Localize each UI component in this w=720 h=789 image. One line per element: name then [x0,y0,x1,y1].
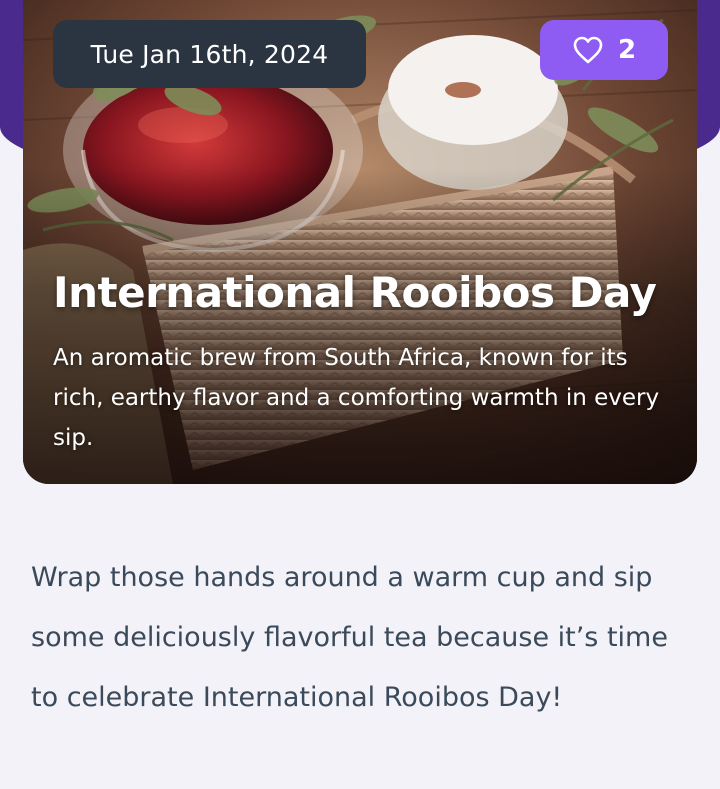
hero-card[interactable]: Tue Jan 16th, 2024 2 International Rooib… [23,0,697,484]
date-badge: Tue Jan 16th, 2024 [53,20,366,88]
like-button[interactable]: 2 [540,20,668,80]
article-intro: Wrap those hands around a warm cup and s… [31,562,668,713]
like-count: 2 [617,35,637,65]
heart-outline-icon [572,35,604,65]
hero-title: International Rooibos Day [53,268,657,317]
hero-subtitle: An aromatic brew from South Africa, know… [53,345,660,451]
date-text: Tue Jan 16th, 2024 [90,39,329,69]
